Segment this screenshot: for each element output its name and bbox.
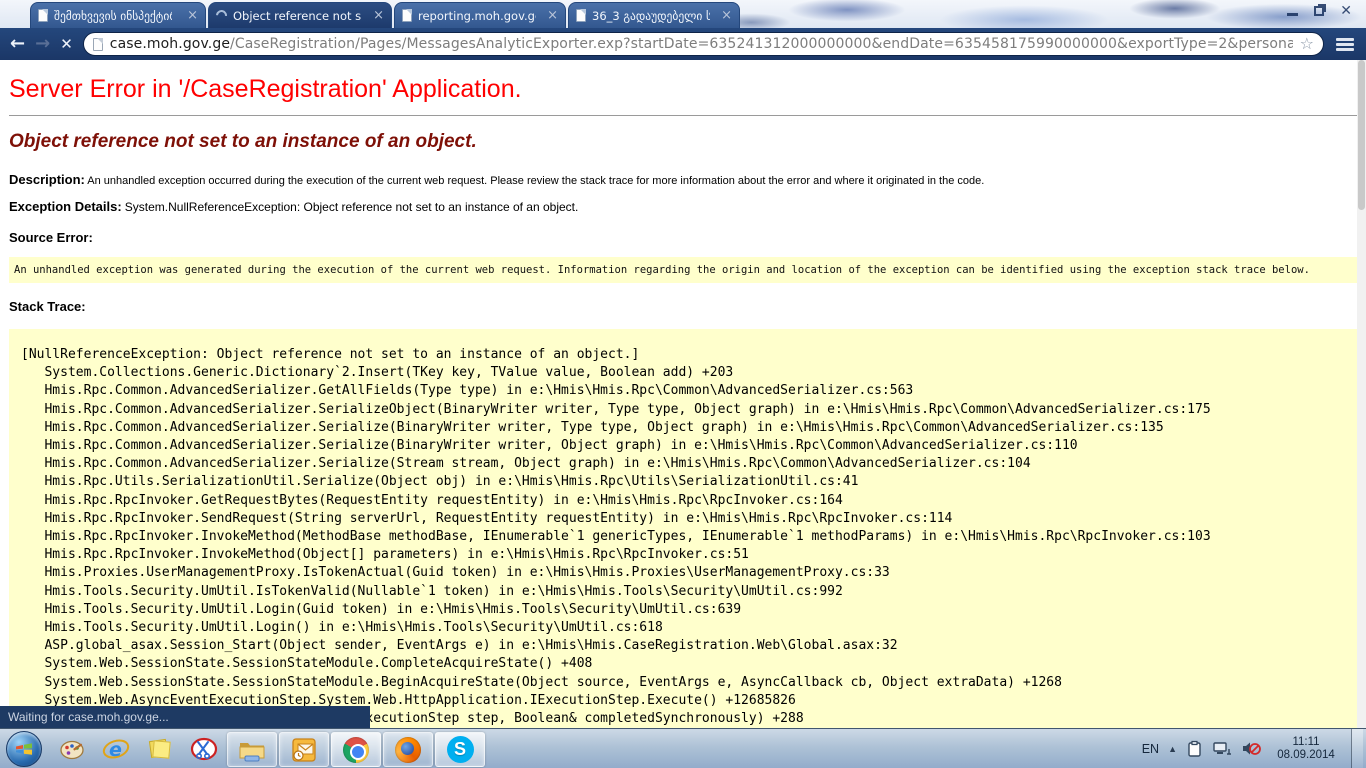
chrome-menu-icon[interactable]	[1334, 36, 1356, 53]
taskbar: e	[0, 728, 1366, 768]
windows-flag-icon	[14, 739, 34, 759]
error-subtitle: Object reference not set to an instance …	[9, 131, 1366, 153]
page-title: Server Error in '/CaseRegistration' Appl…	[9, 75, 1366, 104]
url-text: case.moh.gov.ge/CaseRegistration/Pages/M…	[110, 36, 1293, 52]
url-path: /CaseRegistration/Pages/MessagesAnalytic…	[230, 36, 1293, 52]
tab-title: Object reference not set t	[233, 9, 361, 23]
tab-36-3[interactable]: 36_3 გადაუდებელი სტა ×	[568, 2, 740, 28]
page-icon	[402, 9, 412, 22]
vertical-scrollbar[interactable]	[1357, 60, 1366, 728]
exception-details-line: Exception Details: System.NullReferenceE…	[9, 199, 1366, 214]
snipping-tool-icon[interactable]	[182, 730, 226, 768]
description-line: Description: An unhandled exception occu…	[9, 172, 1366, 187]
source-error-box: An unhandled exception was generated dur…	[9, 257, 1361, 283]
exception-label: Exception Details:	[9, 199, 122, 214]
hidden-icons-icon[interactable]: ▲	[1168, 744, 1177, 754]
tab-title: 36_3 გადაუდებელი სტა	[592, 9, 710, 23]
tab-title: reporting.moh.gov.ge/Re	[418, 9, 536, 23]
minimize-icon[interactable]	[1287, 7, 1298, 16]
browser-toolbar: ← → ✕ case.moh.gov.ge/CaseRegistration/P…	[0, 28, 1366, 60]
close-icon[interactable]: ✕	[1340, 4, 1352, 18]
url-host: case.moh.gov.ge	[110, 36, 230, 52]
desktop-screen: შემთხვევის ინსპექტირე × Object reference…	[0, 0, 1366, 768]
forward-button[interactable]: →	[35, 35, 50, 53]
action-center-icon[interactable]	[1186, 740, 1203, 758]
tab-error-page-active[interactable]: Object reference not set t ×	[208, 2, 392, 28]
tab-close-icon[interactable]: ×	[721, 9, 732, 22]
outlook-icon[interactable]	[279, 732, 329, 767]
error-page-content: Server Error in '/CaseRegistration' Appl…	[0, 60, 1366, 728]
tab-close-icon[interactable]: ×	[547, 9, 558, 22]
tab-close-icon[interactable]: ×	[373, 9, 384, 22]
system-tray: EN ▲ 11:11 08.09.2014	[1142, 729, 1366, 768]
tab-close-icon[interactable]: ×	[187, 9, 198, 22]
page-icon	[576, 9, 586, 22]
source-error-label: Source Error:	[9, 230, 1366, 245]
clock[interactable]: 11:11 08.09.2014	[1270, 736, 1342, 762]
clock-date: 08.09.2014	[1270, 749, 1342, 762]
skype-icon[interactable]: S	[435, 732, 485, 767]
firefox-icon[interactable]	[383, 732, 433, 767]
clock-time: 11:11	[1270, 736, 1342, 749]
status-bar: Waiting for case.moh.gov.ge...	[0, 706, 370, 728]
restore-icon[interactable]	[1314, 6, 1324, 16]
stop-button[interactable]: ✕	[60, 37, 73, 52]
description-text: An unhandled exception occurred during t…	[87, 175, 984, 187]
bookmark-star-icon[interactable]: ☆	[1300, 36, 1314, 52]
tab-inspection[interactable]: შემთხვევის ინსპექტირე ×	[30, 2, 206, 28]
tab-reporting[interactable]: reporting.moh.gov.ge/Re ×	[394, 2, 566, 28]
address-bar[interactable]: case.moh.gov.ge/CaseRegistration/Pages/M…	[83, 32, 1324, 56]
chrome-icon[interactable]	[331, 732, 381, 767]
stack-trace-text: [NullReferenceException: Object referenc…	[21, 346, 1361, 728]
stack-trace-label: Stack Trace:	[9, 299, 1366, 314]
internet-explorer-icon[interactable]: e	[94, 730, 138, 768]
page-icon	[38, 9, 48, 22]
sticky-notes-icon[interactable]	[138, 730, 182, 768]
page-icon	[93, 38, 103, 51]
back-button[interactable]: ←	[10, 35, 25, 53]
show-desktop-button[interactable]	[1351, 729, 1363, 768]
windows-explorer-icon[interactable]	[227, 732, 277, 767]
divider	[9, 115, 1358, 116]
exception-text: System.NullReferenceException: Object re…	[125, 200, 579, 214]
stack-trace-box: [NullReferenceException: Object referenc…	[9, 329, 1361, 728]
language-indicator[interactable]: EN	[1142, 742, 1159, 756]
loading-spinner-icon	[214, 8, 229, 23]
browser-tab-strip: შემთხვევის ინსპექტირე × Object reference…	[0, 0, 1366, 28]
tab-title: შემთხვევის ინსპექტირე	[54, 9, 172, 23]
window-controls: ✕	[1287, 4, 1352, 18]
svg-text:e: e	[109, 739, 122, 761]
volume-muted-icon[interactable]	[1241, 740, 1261, 757]
description-label: Description:	[9, 172, 85, 187]
scrollbar-thumb[interactable]	[1358, 60, 1365, 210]
start-button[interactable]	[6, 731, 42, 767]
paint-icon[interactable]	[50, 730, 94, 768]
network-icon[interactable]	[1212, 741, 1232, 757]
